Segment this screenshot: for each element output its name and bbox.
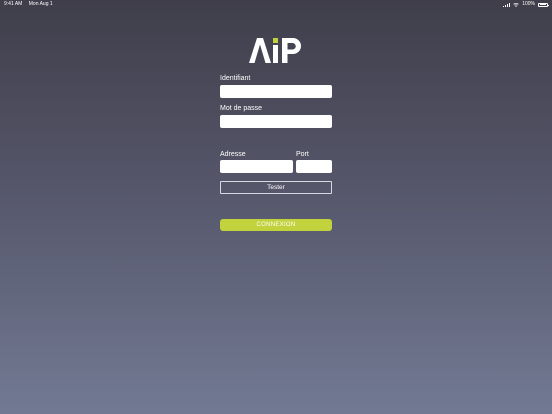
- port-input[interactable]: [296, 160, 332, 173]
- aip-logo: [249, 38, 301, 63]
- identifiant-input[interactable]: [220, 85, 332, 98]
- status-date: Mon Aug 1: [28, 1, 53, 7]
- wifi-icon: [513, 2, 519, 7]
- port-label: Port: [296, 151, 309, 158]
- test-button[interactable]: Tester: [220, 181, 332, 194]
- address-input[interactable]: [220, 160, 293, 173]
- identifiant-label: Identifiant: [220, 75, 251, 82]
- status-right: 100%: [503, 0, 549, 9]
- password-label: Mot de passe: [220, 105, 263, 112]
- address-label: Adresse: [220, 151, 246, 158]
- battery-icon: [538, 2, 549, 7]
- connect-button[interactable]: CONNEXION: [220, 219, 332, 231]
- status-time: 9:41 AM: [4, 1, 23, 7]
- status-left: 9:41 AM Mon Aug 1: [4, 0, 58, 9]
- battery-percentage: 100%: [522, 1, 535, 7]
- status-bar: 9:41 AM Mon Aug 1 100%: [0, 0, 552, 9]
- password-input[interactable]: [220, 115, 332, 128]
- cellular-signal-icon: [503, 2, 511, 7]
